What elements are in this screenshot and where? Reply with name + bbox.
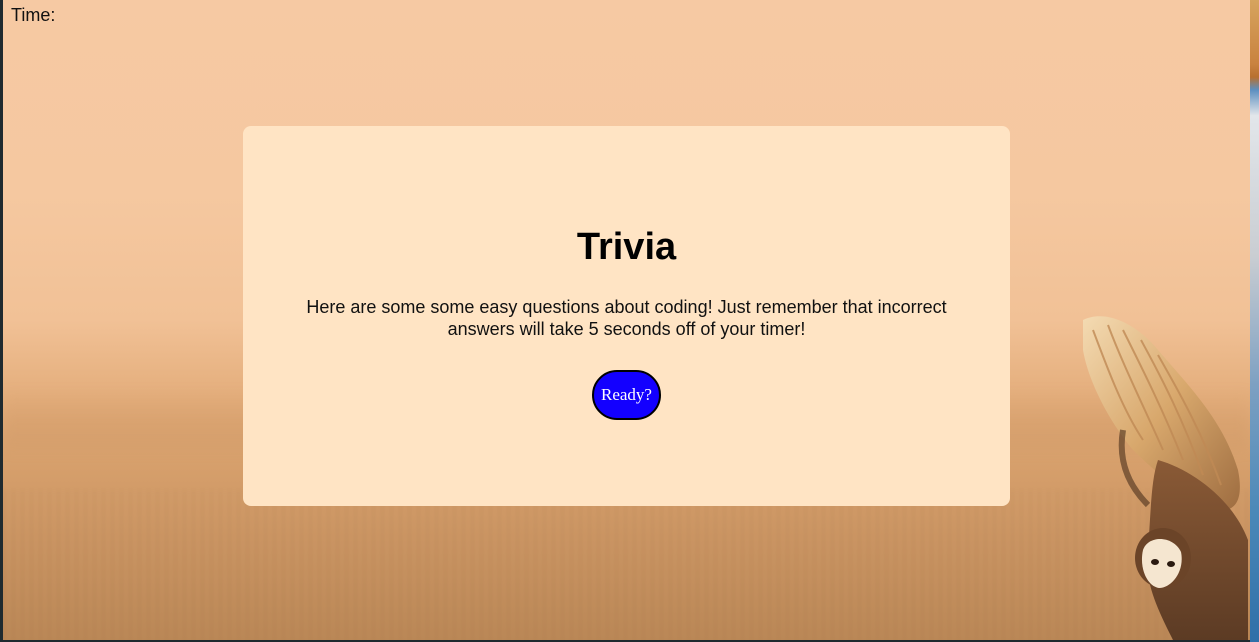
page-title: Trivia xyxy=(576,226,677,268)
owl-image xyxy=(1083,316,1248,640)
intro-text: Here are some some easy questions about … xyxy=(306,297,947,339)
start-card: Trivia Here are some some easy questions… xyxy=(243,126,1010,506)
browser-edge xyxy=(1250,0,1259,642)
timer-label: Time: xyxy=(11,5,56,25)
start-quiz-button[interactable]: Ready? xyxy=(592,370,661,420)
